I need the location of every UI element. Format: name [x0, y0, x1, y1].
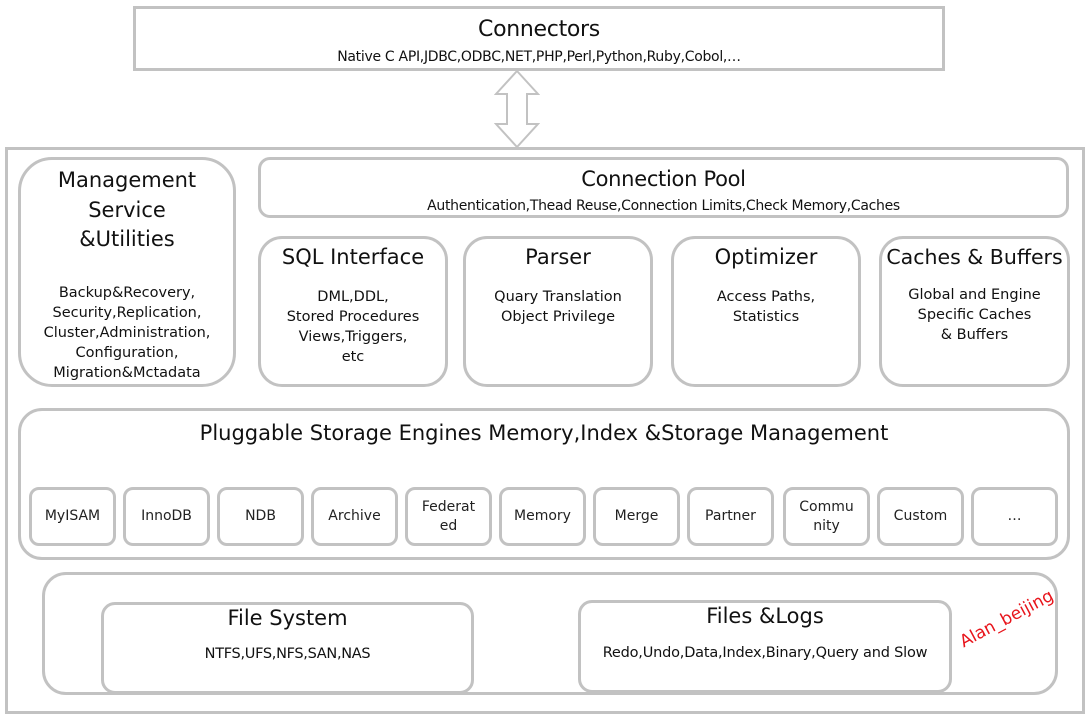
caches-buffers-box: Caches & Buffers Global and Engine Speci… — [879, 236, 1070, 387]
connectors-items: Native C API,JDBC,ODBC,NET,PHP,Perl,Pyth… — [337, 49, 741, 65]
engine-memory: Memory — [499, 487, 586, 546]
storage-engines-title: Pluggable Storage Engines Memory,Index &… — [199, 421, 889, 445]
sql-interface-box: SQL Interface DML,DDL, Stored Procedures… — [258, 236, 448, 387]
sql-interface-items: DML,DDL, Stored Procedures Views,Trigger… — [286, 289, 420, 365]
file-system-items: NTFS,UFS,NFS,SAN,NAS — [204, 646, 371, 662]
storage-engines-box: Pluggable Storage Engines Memory,Index &… — [18, 408, 1070, 560]
connection-pool-title: Connection Pool — [581, 167, 746, 191]
parser-title: Parser — [525, 245, 591, 269]
parser-box: Parser Quary Translation Object Privileg… — [463, 236, 653, 387]
files-logs-title: Files &Logs — [706, 604, 824, 628]
parser-items: Quary Translation Object Privilege — [494, 289, 622, 325]
files-logs-box: Files &Logs Redo,Undo,Data,Index,Binary,… — [578, 600, 952, 693]
engine-innodb: InnoDB — [123, 487, 210, 546]
engine-merge: Merge — [593, 487, 680, 546]
connection-pool-box: Connection Pool Authentication,Thead Reu… — [258, 157, 1069, 218]
engine-ndb: NDB — [217, 487, 304, 546]
optimizer-title: Optimizer — [714, 245, 818, 269]
management-title: Management Service &Utilities — [57, 168, 197, 251]
sql-interface-title: SQL Interface — [281, 245, 425, 269]
engine-archive: Archive — [311, 487, 398, 546]
engine-federated: Federat ed — [405, 487, 492, 546]
connectors-layer: Connectors Native C API,JDBC,ODBC,NET,PH… — [133, 6, 945, 71]
caches-buffers-items: Global and Engine Specific Caches & Buff… — [908, 287, 1041, 343]
connectors-title: Connectors — [478, 17, 600, 42]
caches-buffers-title: Caches & Buffers — [886, 245, 1063, 269]
double-arrow-icon — [494, 70, 540, 148]
management-services-box: Management Service &Utilities Backup&Rec… — [18, 157, 236, 387]
storage-layer-box: File System NTFS,UFS,NFS,SAN,NAS Files &… — [42, 572, 1058, 695]
engine-myisam: MyISAM — [29, 487, 116, 546]
engine-custom: Custom — [877, 487, 964, 546]
optimizer-items: Access Paths, Statistics — [716, 289, 816, 325]
engine-more: … — [971, 487, 1058, 546]
optimizer-box: Optimizer Access Paths, Statistics — [671, 236, 861, 387]
management-items: Backup&Recovery, Security,Replication, C… — [43, 285, 211, 381]
file-system-box: File System NTFS,UFS,NFS,SAN,NAS — [101, 602, 474, 694]
engine-partner: Partner — [687, 487, 774, 546]
engine-community: Commu nity — [783, 487, 870, 546]
connection-pool-items: Authentication,Thead Reuse,Connection Li… — [427, 198, 900, 214]
files-logs-items: Redo,Undo,Data,Index,Binary,Query and Sl… — [602, 645, 928, 661]
file-system-title: File System — [227, 606, 348, 630]
